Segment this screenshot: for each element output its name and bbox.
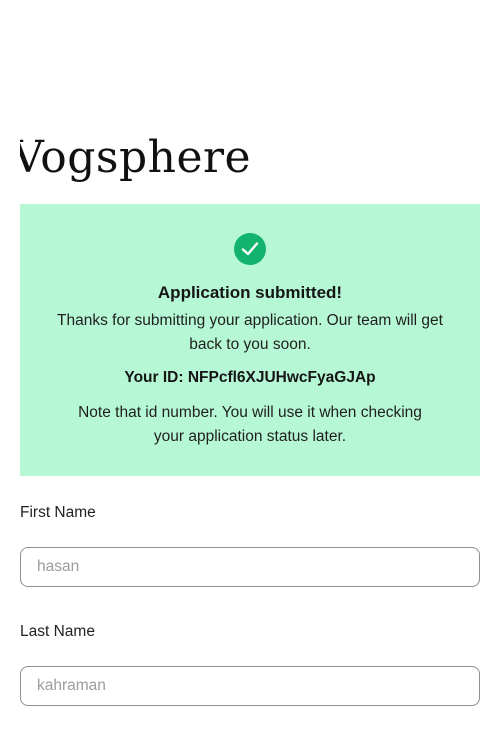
brand-logo: Vogsphere — [20, 132, 252, 183]
check-circle-icon — [234, 233, 266, 265]
id-note-message: Note that id number. You will use it whe… — [78, 404, 422, 445]
success-message: Thanks for submitting your application. … — [57, 312, 443, 353]
application-id: Your ID: NFPcfl6XJUHwcFyaGJAp — [124, 369, 376, 386]
logo-container: Vogsphere — [20, 128, 480, 194]
first-name-field[interactable] — [20, 547, 480, 587]
submission-success-banner: Application submitted! Thanks for submit… — [20, 204, 480, 476]
checkmark-icon — [241, 242, 259, 256]
last-name-label: Last Name — [20, 623, 95, 640]
success-title: Application submitted! — [157, 283, 343, 302]
first-name-label: First Name — [20, 504, 96, 521]
last-name-field[interactable] — [20, 666, 480, 706]
